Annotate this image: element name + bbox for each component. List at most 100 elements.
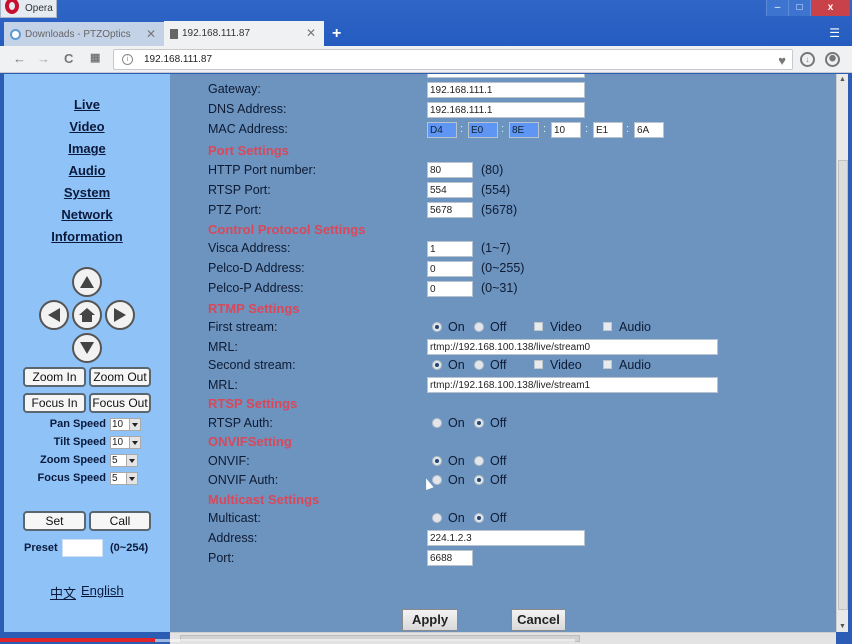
nav-network[interactable]: Network bbox=[4, 207, 170, 222]
horizontal-scrollbar[interactable] bbox=[170, 632, 836, 644]
video-label: Video bbox=[550, 358, 582, 372]
ptz-port-input[interactable] bbox=[427, 202, 473, 218]
address-bar[interactable]: i 192.168.111.87 ♥ bbox=[113, 49, 793, 70]
mac-part-5[interactable] bbox=[593, 122, 623, 138]
reload-icon[interactable]: C bbox=[64, 51, 73, 66]
onvif-off-radio[interactable] bbox=[474, 456, 484, 466]
second-stream-audio-checkbox[interactable] bbox=[603, 360, 612, 369]
scroll-down-icon[interactable]: ▼ bbox=[839, 623, 846, 630]
first-stream-off-radio[interactable] bbox=[474, 322, 484, 332]
gateway-input[interactable] bbox=[427, 82, 585, 98]
tab-menu-icon[interactable]: ☰ bbox=[829, 26, 840, 40]
multicast-on-radio[interactable] bbox=[432, 513, 442, 523]
multicast-off-radio[interactable] bbox=[474, 513, 484, 523]
scroll-up-icon[interactable]: ▲ bbox=[839, 76, 846, 83]
vertical-scrollbar[interactable]: ▲ ▼ bbox=[836, 74, 848, 632]
first-stream-on-radio[interactable] bbox=[432, 322, 442, 332]
dns-input[interactable] bbox=[427, 102, 585, 118]
bookmark-heart-icon[interactable]: ♥ bbox=[778, 51, 786, 70]
ptz-port-label: PTZ Port: bbox=[208, 203, 262, 217]
download-icon[interactable]: ↓ bbox=[800, 52, 815, 67]
close-tab-icon[interactable]: ✕ bbox=[146, 27, 156, 41]
vertical-scroll-thumb[interactable] bbox=[838, 160, 848, 610]
minimize-button[interactable]: – bbox=[766, 0, 788, 16]
ip-mask-input-partial[interactable] bbox=[427, 74, 585, 78]
nav-video[interactable]: Video bbox=[4, 119, 170, 134]
video-progress-track[interactable] bbox=[155, 639, 575, 642]
nav-image[interactable]: Image bbox=[4, 141, 170, 156]
focus-speed-value: 5 bbox=[112, 473, 118, 484]
url-text: 192.168.111.87 bbox=[144, 54, 213, 65]
second-stream-off-radio[interactable] bbox=[474, 360, 484, 370]
close-tab-icon[interactable]: ✕ bbox=[306, 26, 316, 40]
mac-part-4[interactable] bbox=[551, 122, 581, 138]
preset-input[interactable] bbox=[62, 539, 103, 557]
pelco-d-input[interactable] bbox=[427, 261, 473, 277]
back-icon[interactable]: ← bbox=[13, 51, 26, 66]
http-port-input[interactable] bbox=[427, 162, 473, 178]
onvif-on-radio[interactable] bbox=[432, 456, 442, 466]
focus-speed-select[interactable]: 5 bbox=[110, 472, 138, 485]
nav-live[interactable]: Live bbox=[4, 97, 170, 112]
nav-information[interactable]: Information bbox=[4, 229, 170, 244]
second-stream-video-checkbox[interactable] bbox=[534, 360, 543, 369]
pan-down-button[interactable] bbox=[72, 333, 102, 363]
maximize-button[interactable]: □ bbox=[788, 0, 810, 16]
mac-part-3[interactable] bbox=[509, 122, 539, 138]
rtsp-port-input[interactable] bbox=[427, 182, 473, 198]
opera-logo-icon bbox=[5, 0, 19, 14]
nav-system[interactable]: System bbox=[4, 185, 170, 200]
rtmp-heading: RTMP Settings bbox=[208, 301, 300, 316]
speed-dial-icon[interactable]: ▦ bbox=[90, 51, 100, 64]
apply-button[interactable]: Apply bbox=[402, 609, 458, 631]
pan-left-button[interactable] bbox=[39, 300, 69, 330]
zoom-out-button[interactable]: Zoom Out bbox=[89, 367, 151, 387]
onvif-auth-on-radio[interactable] bbox=[432, 475, 442, 485]
account-icon[interactable] bbox=[825, 52, 840, 67]
first-stream-audio-checkbox[interactable] bbox=[603, 322, 612, 331]
second-stream-on-radio[interactable] bbox=[432, 360, 442, 370]
focus-out-button[interactable]: Focus Out bbox=[89, 393, 151, 413]
radio-off-label: Off bbox=[490, 473, 507, 487]
nav-audio[interactable]: Audio bbox=[4, 163, 170, 178]
tilt-speed-select[interactable]: 10 bbox=[110, 436, 141, 449]
zoom-in-button[interactable]: Zoom In bbox=[23, 367, 86, 387]
tab-downloads[interactable]: Downloads - PTZOptics ✕ bbox=[4, 22, 164, 46]
pan-up-button[interactable] bbox=[72, 267, 102, 297]
pan-right-button[interactable] bbox=[105, 300, 135, 330]
focus-in-button[interactable]: Focus In bbox=[23, 393, 86, 413]
pan-speed-label: Pan Speed bbox=[49, 418, 106, 430]
rtsp-auth-on-radio[interactable] bbox=[432, 418, 442, 428]
audio-label: Audio bbox=[619, 320, 651, 334]
call-preset-button[interactable]: Call bbox=[89, 511, 151, 531]
rtsp-auth-off-radio[interactable] bbox=[474, 418, 484, 428]
visca-input[interactable] bbox=[427, 241, 473, 257]
address-toolbar: ← → C ▦ i 192.168.111.87 ♥ ↓ bbox=[0, 46, 852, 73]
forward-icon[interactable]: → bbox=[37, 51, 50, 66]
zoom-speed-select[interactable]: 5 bbox=[110, 454, 138, 467]
mrl1-input[interactable] bbox=[427, 339, 718, 355]
mac-part-6[interactable] bbox=[634, 122, 664, 138]
video-progress-bar[interactable] bbox=[0, 638, 156, 642]
tab-label: Downloads - PTZOptics bbox=[25, 28, 131, 40]
multicast-port-input[interactable] bbox=[427, 550, 473, 566]
set-preset-button[interactable]: Set bbox=[23, 511, 86, 531]
close-window-button[interactable]: x bbox=[810, 0, 850, 16]
site-info-icon[interactable]: i bbox=[122, 54, 133, 65]
home-button[interactable] bbox=[72, 300, 102, 330]
mrl2-input[interactable] bbox=[427, 377, 718, 393]
tab-camera[interactable]: 192.168.111.87 ✕ bbox=[164, 21, 324, 46]
language-english-link[interactable]: English bbox=[81, 583, 124, 598]
pan-speed-select[interactable]: 10 bbox=[110, 418, 141, 431]
mac-part-2[interactable] bbox=[468, 122, 498, 138]
pelco-p-input[interactable] bbox=[427, 281, 473, 297]
cancel-button[interactable]: Cancel bbox=[511, 609, 566, 631]
radio-on-label: On bbox=[448, 358, 465, 372]
onvif-auth-off-radio[interactable] bbox=[474, 475, 484, 485]
mac-part-1[interactable] bbox=[427, 122, 457, 138]
multicast-address-input[interactable] bbox=[427, 530, 585, 546]
new-tab-button[interactable]: + bbox=[332, 22, 341, 46]
opera-menu-button[interactable]: Opera bbox=[0, 0, 57, 18]
first-stream-video-checkbox[interactable] bbox=[534, 322, 543, 331]
language-chinese-link[interactable]: 中文 bbox=[50, 583, 76, 602]
